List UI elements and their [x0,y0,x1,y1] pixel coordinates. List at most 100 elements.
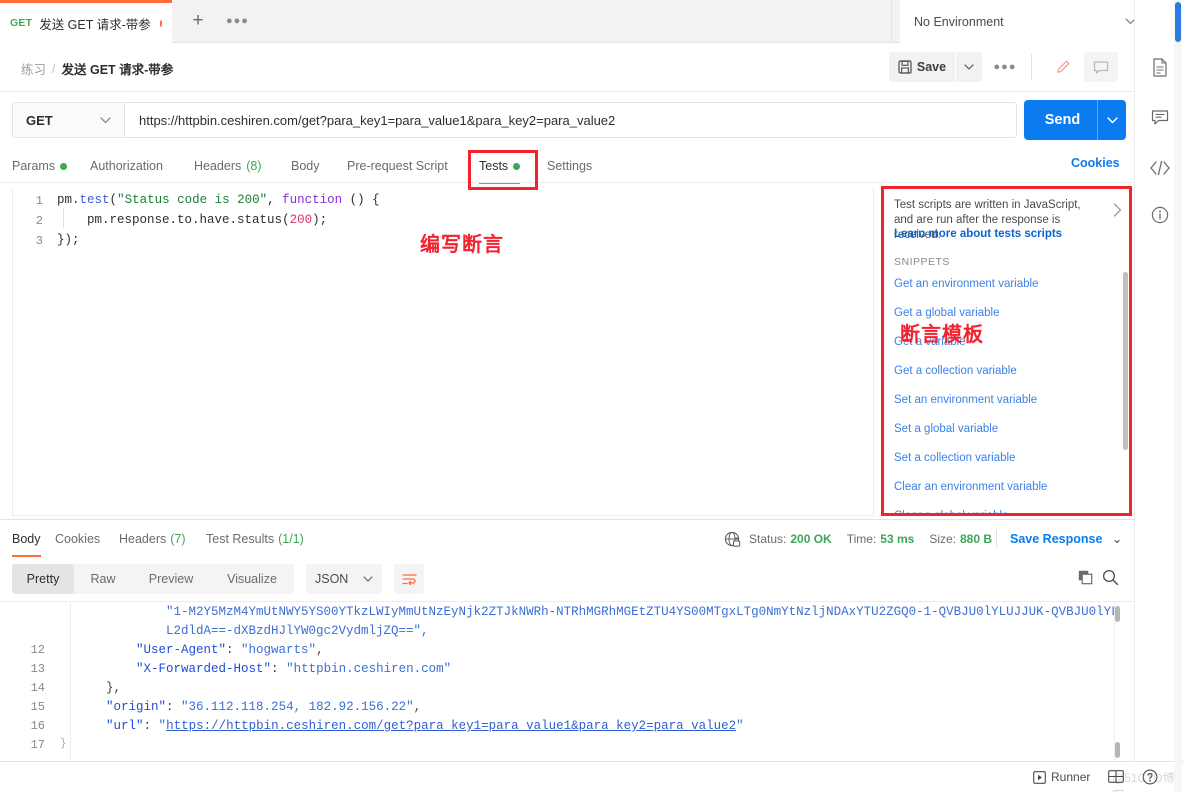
snippets-panel: Test scripts are written in JavaScript, … [884,190,1130,514]
save-response-label: Save Response [1010,532,1103,546]
snippet-item[interactable]: Clear an environment variable [894,481,1047,493]
send-button[interactable]: Send [1024,100,1126,140]
request-tab-label: Tests [479,159,509,173]
request-tab-headers[interactable]: Headers (8) [194,149,262,183]
format-button-visualize[interactable]: Visualize [210,564,294,594]
response-tab-label: Body [12,532,41,546]
request-tab-authorization[interactable]: Authorization [90,149,163,183]
response-scrollbar-thumb-top[interactable] [1115,606,1120,622]
chevron-down-icon [363,576,373,582]
runner-button[interactable]: Runner [1033,770,1090,784]
request-tab-label: Authorization [90,159,163,173]
response-code-line: "origin": "36.112.118.254, 182.92.156.22… [106,700,422,714]
snippet-item[interactable]: Get an environment variable [894,278,1038,290]
response-tab-headers[interactable]: Headers (7) [119,524,186,554]
response-scrollbar-track[interactable] [1114,602,1121,760]
send-options-button[interactable] [1098,116,1126,124]
request-tab-label: Settings [547,159,593,173]
http-method-label: GET [26,112,53,128]
response-gutter: 12 13 14 15 16 17} [0,602,67,760]
response-code-line: "X-Forwarded-Host": "httpbin.ceshiren.co… [136,662,452,676]
time-label: Time: [846,532,877,546]
comments-button[interactable] [1084,52,1118,82]
wrap-lines-button[interactable] [394,564,424,594]
save-response-button[interactable]: Save Response ⌄ [1010,531,1122,546]
two-pane-icon[interactable] [1108,769,1124,789]
response-tab-cookies[interactable]: Cookies [55,524,100,554]
response-line-number: 15 [30,700,45,714]
tabbar-divider [891,0,892,43]
response-line-number: 14 [30,681,45,695]
http-method-selector[interactable]: GET [12,102,124,138]
wrap-lines-icon [401,573,417,585]
request-tab-params[interactable]: Params [12,149,68,183]
breadcrumb-parent[interactable]: 练习 [21,59,46,78]
code-icon[interactable] [1149,157,1171,179]
request-tabs: Params Authorization Headers (8) Body Pre-req… [0,149,1134,184]
request-tab-settings[interactable]: Settings [547,149,592,183]
response-body-viewer[interactable]: 12 13 14 15 16 17} "1-M2Y5MzM4YmUtNWY5YS00YTk… [0,602,1114,760]
request-url-input[interactable]: https://httpbin.ceshiren.com/get?para_ke… [124,102,1017,138]
request-tab[interactable]: GET 发送 GET 请求-带参 [0,3,172,43]
format-button-pretty[interactable]: Pretty [12,564,74,594]
response-line-number: 17 [30,738,45,752]
status-label: Status: [749,532,787,546]
search-button[interactable] [1102,569,1119,591]
window-scrollbar-track[interactable] [1174,0,1182,792]
active-response-tab-underline [12,555,41,557]
response-line-number: 16 [30,719,45,733]
tab-title-label: 发送 GET 请求-带参 [39,17,151,32]
environment-selector[interactable]: No Environment [900,0,1150,43]
copy-icon [1078,570,1093,585]
request-tab-tests[interactable]: Tests [479,149,521,184]
window-scrollbar-thumb[interactable] [1175,2,1181,42]
snippet-item[interactable]: Get a collection variable [894,365,1017,377]
learn-more-link[interactable]: Learn more about tests scripts [894,228,1062,240]
copy-button[interactable] [1078,570,1093,590]
tab-method-label: GET [10,17,33,29]
save-button-label: Save [916,60,947,74]
snippet-item[interactable]: Set a global variable [894,423,998,435]
plus-icon[interactable]: + [188,10,208,31]
snippet-item[interactable]: Set an environment variable [894,394,1037,406]
comments-icon[interactable] [1149,106,1171,128]
format-button-preview[interactable]: Preview [132,564,210,594]
tab-bar: GET 发送 GET 请求-带参 + ●●● No Environment [0,0,1184,43]
edit-button[interactable] [1046,52,1080,82]
chevron-down-icon [964,64,974,70]
request-tab-pre-request-script[interactable]: Pre-request Script [347,149,448,183]
request-more-actions-button[interactable]: ●●● [992,52,1018,82]
response-tab-test-results[interactable]: Test Results (1/1) [206,524,304,554]
response-scrollbar-thumb-bottom[interactable] [1115,742,1120,758]
response-line-number: 12 [30,643,45,657]
save-button[interactable]: Save [889,52,955,82]
format-button-raw[interactable]: Raw [74,564,132,594]
response-tab-label: Test Results [206,532,275,546]
breadcrumb-current[interactable]: 发送 GET 请求-带参 [62,59,174,78]
response-tab-body[interactable]: Body [12,524,41,557]
annotation-write-assertion: 编写断言 [420,234,504,256]
documentation-icon[interactable] [1149,56,1171,78]
chevron-right-icon[interactable] [1113,203,1122,222]
request-tabs-underline [0,182,1134,183]
response-code-line: "1-M2Y5MzM4YmUtNWY5YS00YTkzLWIyMmUtNzEyN… [76,605,1114,619]
request-tab-body[interactable]: Body [291,149,320,183]
response-gutter-divider [70,602,71,760]
size-value: 880 B [960,532,993,546]
snippet-item[interactable]: Clear a global variable [894,510,1008,514]
response-tab-label: Cookies [55,532,101,546]
question-circle-icon[interactable] [1142,769,1158,790]
save-options-button[interactable] [956,52,982,82]
send-button-label: Send [1044,112,1081,128]
ellipsis-icon[interactable]: ●●● [226,14,249,28]
snippets-scrollbar[interactable] [1123,272,1128,450]
response-code-line: L2dldA==-dXBzdHJlYW0gc2VydmljZQ==", [76,624,429,638]
response-line-number: 13 [30,662,45,676]
cookies-link[interactable]: Cookies [1071,156,1120,170]
editor-line-number: 3 [35,234,43,248]
snippet-item[interactable]: Set a collection variable [894,452,1015,464]
status-value: 200 OK [790,532,832,546]
info-icon[interactable] [1149,204,1171,226]
content-type-selector[interactable]: JSON [306,564,382,594]
response-fold-marker[interactable]: } [60,738,68,750]
